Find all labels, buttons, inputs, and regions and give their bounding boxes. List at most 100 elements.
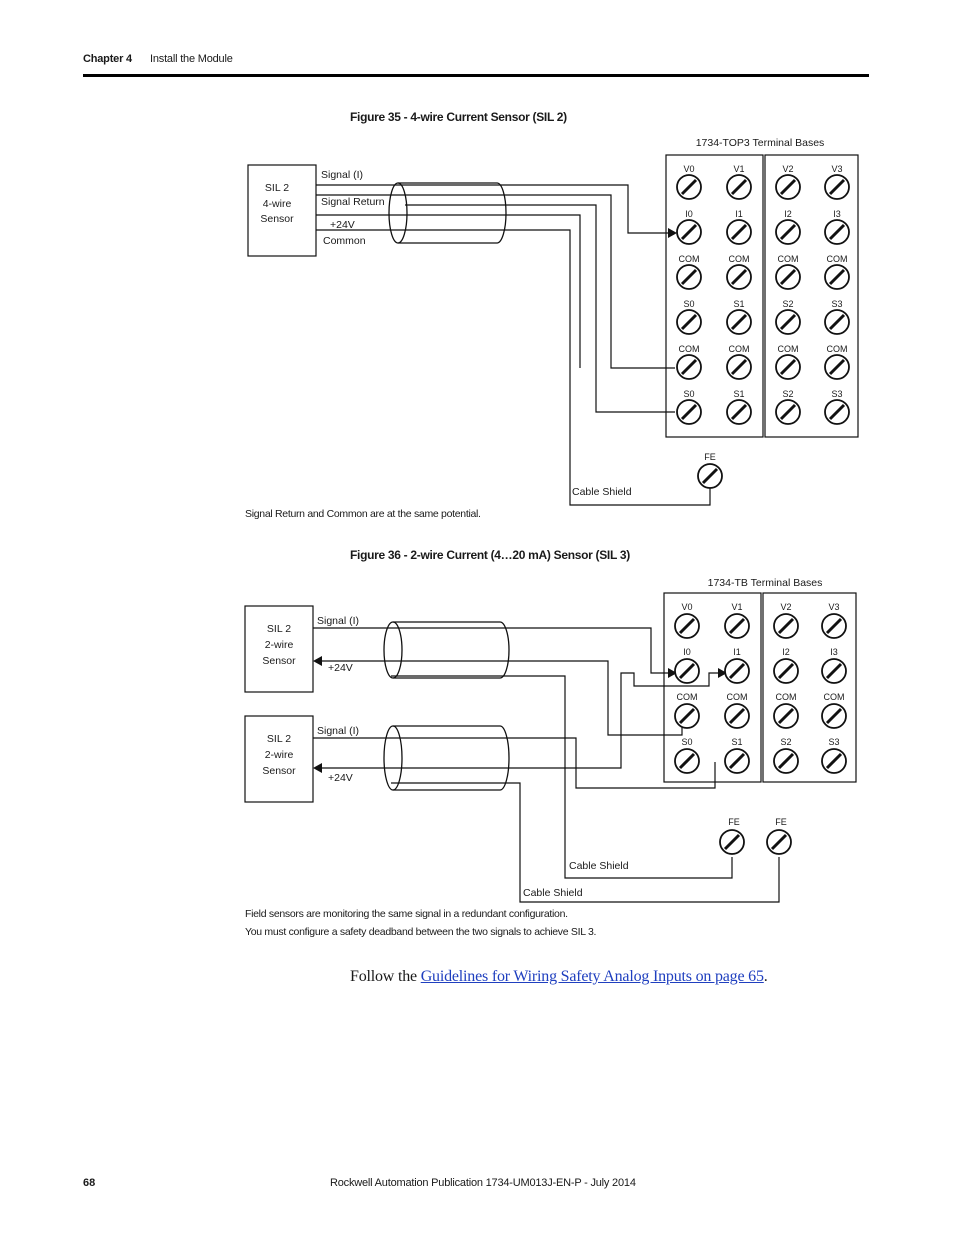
page-number: 68 — [83, 1177, 96, 1189]
terminal-label-com: COM — [677, 692, 698, 702]
terminal-label-com: COM — [824, 692, 845, 702]
terminal-screw-s2 — [775, 399, 801, 425]
terminal-label-i3: I3 — [833, 209, 841, 219]
fe-screw-2 — [766, 829, 792, 855]
terminal-screw-s1 — [726, 399, 752, 425]
terminal-screw-com — [775, 264, 801, 290]
sensor-label-line3: Sensor — [262, 655, 296, 667]
terminal-label-com: COM — [827, 254, 848, 264]
wire-common-a — [405, 214, 581, 368]
terminal-label-com: COM — [679, 254, 700, 264]
wire-label-signal-return: Signal Return — [321, 196, 385, 208]
terminal-label-com: COM — [727, 692, 748, 702]
terminal-screw-v1 — [724, 613, 750, 639]
terminal-screw-i3 — [824, 219, 850, 245]
terminal-screw-v3 — [824, 174, 850, 200]
terminal-base-1 — [665, 154, 764, 438]
terminal-label-i1: I1 — [733, 647, 741, 657]
terminal-label-com: COM — [729, 344, 750, 354]
sensor-label-line1: SIL 2 — [267, 733, 291, 745]
terminal-label-s1: S1 — [733, 299, 744, 309]
terminal-screw-s2 — [773, 748, 799, 774]
terminal-label-s0: S0 — [683, 389, 694, 399]
sensor1-24v-arrow — [313, 656, 322, 666]
cable-body — [393, 621, 510, 679]
terminal-label-com: COM — [679, 344, 700, 354]
terminal-label-s3: S3 — [831, 389, 842, 399]
terminal-screw-com — [726, 264, 752, 290]
terminal-label-s0: S0 — [681, 737, 692, 747]
follow-guidelines-text: Follow the Guidelines for Wiring Safety … — [350, 968, 768, 986]
terminal-screw-com — [726, 354, 752, 380]
terminal-label-com: COM — [729, 254, 750, 264]
terminal-label-v2: V2 — [782, 164, 793, 174]
terminal-screw-s1 — [726, 309, 752, 335]
sensor-label-line3: Sensor — [260, 213, 294, 225]
terminal-screw-i2 — [773, 658, 799, 684]
wire-label-common: Common — [323, 235, 366, 247]
fe-screw — [697, 463, 723, 489]
wire-label-24v: +24V — [328, 662, 353, 674]
terminal-label-v1: V1 — [731, 602, 742, 612]
terminal-label-com: COM — [776, 692, 797, 702]
follow-suffix: . — [763, 968, 768, 985]
terminal-label-s1: S1 — [733, 389, 744, 399]
terminal-label-i2: I2 — [784, 209, 792, 219]
sensor-label-line2: 4-wire — [263, 198, 292, 210]
wire-label-24v: +24V — [328, 772, 353, 784]
terminal-label-v3: V3 — [831, 164, 842, 174]
sensor2-wire-signal — [391, 672, 722, 769]
terminal-screw-s3 — [824, 309, 850, 335]
terminal-label-v0: V0 — [681, 602, 692, 612]
terminal-label-s2: S2 — [780, 737, 791, 747]
terminal-screw-s3 — [824, 399, 850, 425]
terminal-screw-v3 — [821, 613, 847, 639]
sensor-label-line2: 2-wire — [265, 749, 294, 761]
terminal-screw-s3 — [821, 748, 847, 774]
figure-36-cable-2 — [383, 725, 510, 791]
terminal-screw-v0 — [676, 174, 702, 200]
terminal-screw-s0 — [674, 748, 700, 774]
cable-shield-label-2: Cable Shield — [523, 887, 583, 899]
fe-label-1: FE — [728, 817, 740, 827]
terminal-label-i0: I0 — [685, 209, 693, 219]
fe-label: FE — [704, 452, 716, 462]
figure-36-cable-1 — [383, 621, 510, 679]
sil2-4wire-sensor-box — [247, 164, 317, 257]
terminal-label-i1: I1 — [735, 209, 743, 219]
terminal-screw-s0 — [676, 309, 702, 335]
wire-label-signal: Signal (I) — [317, 725, 359, 737]
terminal-label-s0: S0 — [683, 299, 694, 309]
cable-end — [383, 621, 403, 679]
sensor2-24v-arrow — [313, 763, 322, 773]
sensor-label-line3: Sensor — [262, 765, 296, 777]
sensor1-wire-signal — [313, 627, 672, 674]
wire-signal — [316, 184, 672, 234]
cable-body — [393, 725, 510, 791]
terminal-screw-com — [676, 354, 702, 380]
terminal-screw-v1 — [726, 174, 752, 200]
terminal-screw-s0 — [676, 399, 702, 425]
terminal-screw-com — [676, 264, 702, 290]
cable-body — [398, 182, 507, 244]
terminal-screw-com — [674, 703, 700, 729]
wiring-diagrams: SIL 2 4-wire Sensor Signal (I) Signal Return… — [244, 137, 859, 903]
sensor-label-line2: 2-wire — [265, 639, 294, 651]
terminal-label-s3: S3 — [831, 299, 842, 309]
sensor-label-line1: SIL 2 — [265, 182, 289, 194]
terminal-screw-v2 — [775, 174, 801, 200]
guidelines-link[interactable]: Guidelines for Wiring Safety Analog Inpu… — [421, 968, 764, 985]
terminal-screw-i3 — [821, 658, 847, 684]
terminal-screw-i1 — [726, 219, 752, 245]
terminal-label-v3: V3 — [828, 602, 839, 612]
terminal-screw-i0 — [674, 658, 700, 684]
terminal-base-label-tb: 1734-TB Terminal Bases — [708, 577, 823, 589]
terminal-label-i2: I2 — [782, 647, 790, 657]
terminal-label-s1: S1 — [731, 737, 742, 747]
terminal-label-v2: V2 — [780, 602, 791, 612]
sensor1-wire-24v — [391, 660, 683, 736]
terminal-screw-com — [824, 354, 850, 380]
wire-24v — [405, 204, 675, 413]
terminal-screw-i1 — [724, 658, 750, 684]
follow-prefix: Follow the — [350, 968, 421, 985]
